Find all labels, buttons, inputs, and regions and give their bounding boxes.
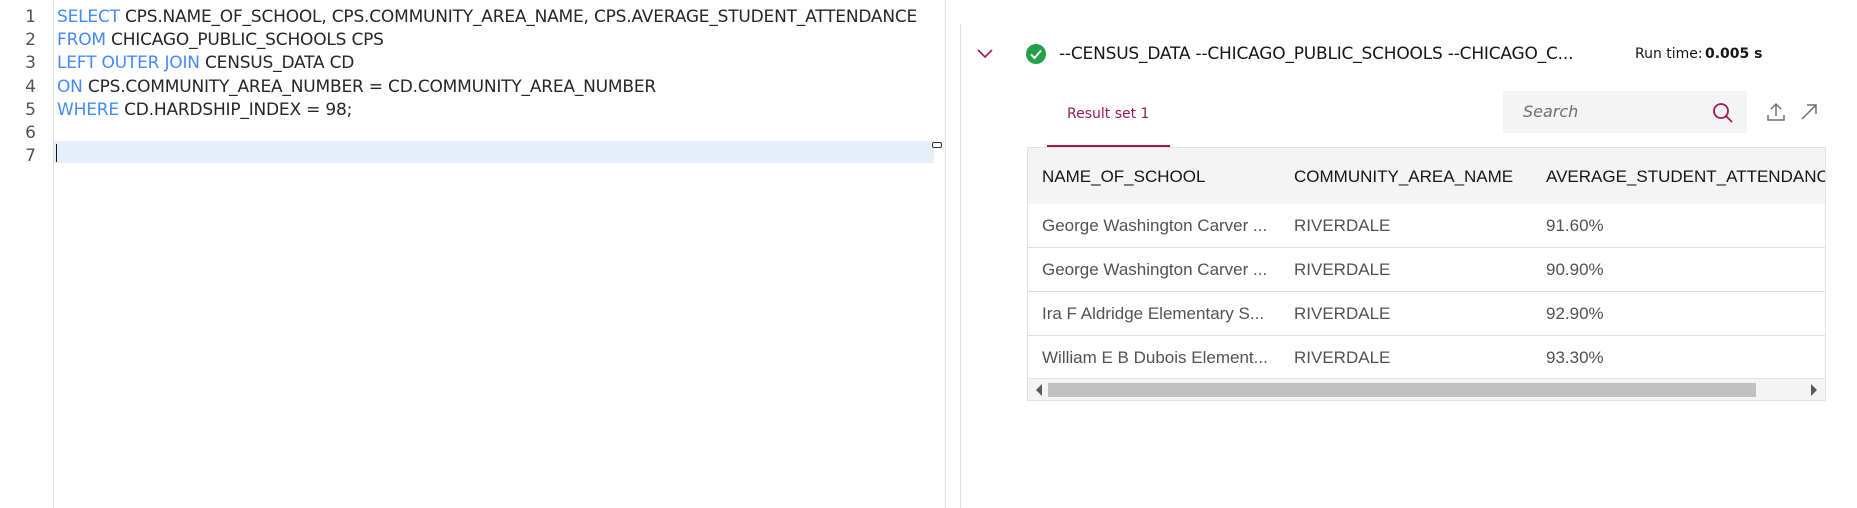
tab-label: Result set 1 bbox=[1067, 106, 1150, 122]
cell-average-student-attendance: 92.90% bbox=[1546, 304, 1604, 323]
scrollbar-thumb[interactable] bbox=[1048, 383, 1756, 397]
cell-community-area-name: RIVERDALE bbox=[1294, 348, 1391, 367]
scroll-left-arrow-icon[interactable] bbox=[1036, 384, 1042, 396]
cell-average-student-attendance: 91.60% bbox=[1546, 216, 1604, 235]
line-number: 6 bbox=[25, 123, 36, 143]
table-row[interactable]: William E B Dubois Element... RIVERDALE … bbox=[1028, 336, 1825, 380]
table-header: NAME_OF_SCHOOL COMMUNITY_AREA_NAME AVERA… bbox=[1028, 148, 1825, 204]
sql-text: CHICAGO_PUBLIC_SCHOOLS CPS bbox=[105, 30, 384, 50]
table-row[interactable]: Ira F Aldridge Elementary S... RIVERDALE… bbox=[1028, 292, 1825, 336]
line-number: 3 bbox=[25, 53, 36, 73]
chevron-down-icon bbox=[977, 49, 993, 59]
table-row[interactable]: George Washington Carver ... RIVERDALE 9… bbox=[1028, 248, 1825, 292]
line-number-gutter: 1 2 3 4 5 6 7 bbox=[0, 0, 54, 508]
sql-keyword: ON bbox=[57, 77, 83, 97]
sql-editor[interactable]: 1 2 3 4 5 6 7 SELECT CPS.NAME_OF_SCHOOL,… bbox=[0, 0, 954, 508]
sql-keyword: FROM bbox=[57, 30, 106, 50]
runtime-label: Run time: bbox=[1635, 46, 1703, 62]
code-line-5[interactable]: WHERE CD.HARDSHIP_INDEX = 98; bbox=[57, 99, 352, 121]
cell-name-of-school: George Washington Carver ... bbox=[1042, 260, 1268, 279]
text-cursor bbox=[56, 144, 57, 162]
cell-name-of-school: Ira F Aldridge Elementary S... bbox=[1042, 304, 1265, 323]
overview-ruler-marker bbox=[932, 142, 942, 148]
column-header-name-of-school[interactable]: NAME_OF_SCHOOL bbox=[1042, 166, 1205, 188]
cell-name-of-school: George Washington Carver ... bbox=[1042, 216, 1268, 235]
code-area[interactable]: SELECT CPS.NAME_OF_SCHOOL, CPS.COMMUNITY… bbox=[54, 0, 954, 508]
sql-text: CD.HARDSHIP_INDEX = 98; bbox=[118, 100, 353, 120]
code-line-4[interactable]: ON CPS.COMMUNITY_AREA_NUMBER = CD.COMMUN… bbox=[57, 76, 656, 98]
results-panel: --CENSUS_DATA --CHICAGO_PUBLIC_SCHOOLS -… bbox=[961, 0, 1857, 508]
cell-community-area-name: RIVERDALE bbox=[1294, 260, 1391, 279]
column-header-average-student-attendance[interactable]: AVERAGE_STUDENT_ATTENDANCE bbox=[1546, 166, 1825, 188]
code-line-2[interactable]: FROM CHICAGO_PUBLIC_SCHOOLS CPS bbox=[57, 29, 384, 51]
sql-text: CENSUS_DATA CD bbox=[199, 53, 355, 73]
line-number: 5 bbox=[25, 100, 36, 120]
code-line-3[interactable]: LEFT OUTER JOIN CENSUS_DATA CD bbox=[57, 52, 354, 74]
cell-name-of-school: William E B Dubois Element... bbox=[1042, 348, 1268, 367]
line-number: 1 bbox=[25, 7, 36, 27]
search-icon[interactable] bbox=[1711, 101, 1735, 125]
editor-divider bbox=[945, 0, 946, 508]
cell-average-student-attendance: 93.30% bbox=[1546, 348, 1604, 367]
horizontal-scrollbar[interactable] bbox=[1028, 378, 1825, 400]
column-header-community-area-name[interactable]: COMMUNITY_AREA_NAME bbox=[1294, 166, 1513, 188]
sql-text: CPS.NAME_OF_SCHOOL, CPS.COMMUNITY_AREA_N… bbox=[119, 7, 918, 27]
line-number: 7 bbox=[25, 146, 36, 166]
line-number: 4 bbox=[25, 77, 36, 97]
sql-text: CPS.COMMUNITY_AREA_NUMBER = CD.COMMUNITY… bbox=[82, 77, 657, 97]
sql-keyword: LEFT OUTER JOIN bbox=[57, 53, 200, 73]
scroll-right-arrow-icon[interactable] bbox=[1811, 384, 1817, 396]
export-icon[interactable] bbox=[1764, 100, 1788, 124]
sql-keyword: SELECT bbox=[57, 7, 120, 27]
search-input[interactable]: Search bbox=[1503, 91, 1747, 133]
runtime-value: 0.005 s bbox=[1705, 46, 1763, 62]
cell-community-area-name: RIVERDALE bbox=[1294, 304, 1391, 323]
sql-keyword: WHERE bbox=[57, 100, 119, 120]
code-line-1[interactable]: SELECT CPS.NAME_OF_SCHOOL, CPS.COMMUNITY… bbox=[57, 6, 917, 28]
query-title: --CENSUS_DATA --CHICAGO_PUBLIC_SCHOOLS -… bbox=[1059, 44, 1574, 64]
collapse-result-button[interactable] bbox=[973, 44, 997, 64]
cell-community-area-name: RIVERDALE bbox=[1294, 216, 1391, 235]
cell-average-student-attendance: 90.90% bbox=[1546, 260, 1604, 279]
current-line-highlight bbox=[54, 141, 934, 163]
line-number: 2 bbox=[25, 30, 36, 50]
results-table: NAME_OF_SCHOOL COMMUNITY_AREA_NAME AVERA… bbox=[1027, 147, 1826, 401]
table-row[interactable]: George Washington Carver ... RIVERDALE 9… bbox=[1028, 204, 1825, 248]
expand-icon[interactable] bbox=[1797, 100, 1821, 124]
search-placeholder: Search bbox=[1523, 102, 1579, 121]
tab-result-set-1[interactable]: Result set 1 bbox=[1047, 95, 1170, 147]
success-check-icon bbox=[1026, 44, 1046, 64]
